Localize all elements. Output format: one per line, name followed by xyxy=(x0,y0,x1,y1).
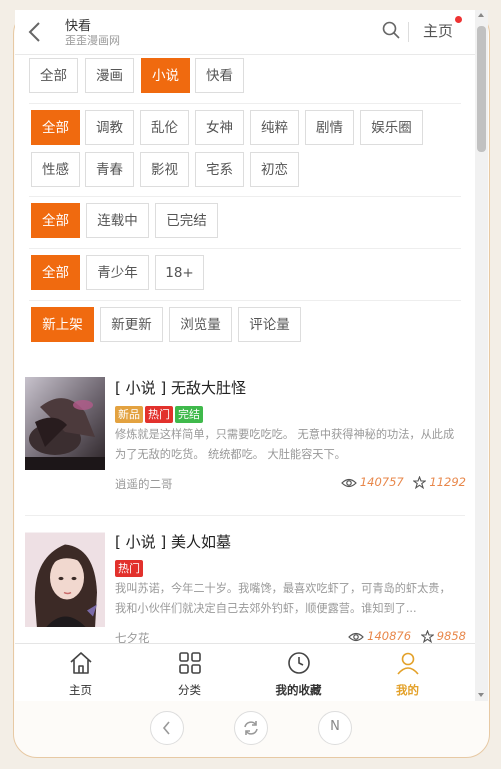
chip-genre[interactable]: 剧情 xyxy=(305,110,354,145)
search-icon[interactable] xyxy=(381,20,401,40)
view-count: 140757 xyxy=(359,475,404,489)
chip-sort-updated[interactable]: 新更新 xyxy=(100,307,163,342)
item-title[interactable]: [ 小说 ] 美人如墓 xyxy=(115,531,231,552)
tab-label: 分类 xyxy=(178,683,201,697)
tab-label: 我的 xyxy=(396,683,419,697)
header-bar: 快看 歪歪漫画网 主页 xyxy=(15,10,488,55)
chip-genre[interactable]: 初恋 xyxy=(250,152,299,187)
chip-genre-all[interactable]: 全部 xyxy=(31,110,80,145)
tab-mine[interactable]: 我的 xyxy=(350,644,465,701)
item-stats: 140757 11292 xyxy=(340,475,466,490)
site-subtitle: 歪歪漫画网 xyxy=(65,34,120,47)
home-button[interactable]: 主页 xyxy=(423,20,453,41)
tag-badge: 完结 xyxy=(175,406,203,423)
chip-genre[interactable]: 性感 xyxy=(31,152,80,187)
chip-age-adult[interactable]: 18+ xyxy=(155,255,204,290)
eye-icon xyxy=(348,632,365,642)
row-divider xyxy=(29,196,461,197)
tab-label: 我的收藏 xyxy=(275,683,322,697)
row-divider xyxy=(29,248,461,249)
tag-group: 新品 热门 完结 xyxy=(115,403,205,423)
chip-status-finished[interactable]: 已完结 xyxy=(155,203,218,238)
chip-genre[interactable]: 宅系 xyxy=(195,152,244,187)
star-icon xyxy=(412,475,428,490)
bottom-tab-bar: 主页 分类 我的收藏 我的 xyxy=(15,643,475,701)
eye-icon xyxy=(340,478,357,488)
tab-category[interactable]: 分类 xyxy=(132,644,247,701)
item-description: 修炼就是这样简单，只需要吃吃吃。 无意中获得神秘的功法，从此成为了无敌的吃货。 … xyxy=(115,428,455,461)
refresh-button[interactable] xyxy=(234,711,268,745)
chip-status-serial[interactable]: 连载中 xyxy=(86,203,149,238)
n-button[interactable]: N xyxy=(318,711,352,745)
scroll-up-arrow-icon[interactable] xyxy=(478,13,484,17)
scroll-down-arrow-icon[interactable] xyxy=(478,693,484,697)
grid-icon xyxy=(179,652,201,674)
n-button-label: N xyxy=(330,719,340,734)
home-icon xyxy=(70,652,92,674)
chip-category-novel[interactable]: 小说 xyxy=(141,58,190,93)
browser-back-button[interactable] xyxy=(150,711,184,745)
tag-badge: 热门 xyxy=(115,560,143,577)
favorite-count: 9858 xyxy=(436,629,466,643)
clock-icon xyxy=(288,652,310,674)
tag-group: 热门 xyxy=(115,557,145,577)
chip-genre[interactable]: 纯粹 xyxy=(250,110,299,145)
refresh-icon xyxy=(244,721,258,735)
tag-badge: 新品 xyxy=(115,406,143,423)
chip-genre[interactable]: 娱乐圈 xyxy=(360,110,423,145)
chip-genre[interactable]: 青春 xyxy=(85,152,134,187)
chip-category-all[interactable]: 全部 xyxy=(29,58,78,93)
chip-category-comic[interactable]: 漫画 xyxy=(85,58,134,93)
notification-dot xyxy=(455,16,462,23)
chip-genre[interactable]: 乱伦 xyxy=(140,110,189,145)
tab-favorites[interactable]: 我的收藏 xyxy=(241,644,356,701)
book-cover-image[interactable] xyxy=(25,377,105,470)
chip-sort-views[interactable]: 浏览量 xyxy=(169,307,232,342)
chip-genre[interactable]: 女神 xyxy=(195,110,244,145)
view-count: 140876 xyxy=(367,629,412,643)
user-icon xyxy=(397,652,419,675)
app-screen: 快看 歪歪漫画网 主页 全部 漫画 小说 快看 全部 调教 乱伦 女神 纯粹 剧… xyxy=(15,10,488,701)
tag-badge: 热门 xyxy=(145,406,173,423)
scrollbar-thumb[interactable] xyxy=(477,26,486,152)
star-icon xyxy=(419,629,435,644)
chip-age-teen[interactable]: 青少年 xyxy=(86,255,149,290)
header-divider xyxy=(408,22,409,42)
item-author: 逍遥的二哥 xyxy=(115,477,173,491)
book-cover-image[interactable] xyxy=(25,531,105,627)
tab-label: 主页 xyxy=(69,683,92,697)
chip-sort-new[interactable]: 新上架 xyxy=(31,307,94,342)
chip-category-kuaikan[interactable]: 快看 xyxy=(195,58,244,93)
row-divider xyxy=(29,103,461,104)
back-chevron-icon[interactable] xyxy=(25,19,45,45)
chip-genre[interactable]: 影视 xyxy=(140,152,189,187)
chip-sort-comments[interactable]: 评论量 xyxy=(238,307,301,342)
list-item[interactable]: [ 小说 ] 无敌大肚怪 新品 热门 完结 修炼就是这样简单，只需要吃吃吃。 无意中… xyxy=(25,377,470,517)
chip-status-all[interactable]: 全部 xyxy=(31,203,80,238)
item-title[interactable]: [ 小说 ] 无敌大肚怪 xyxy=(115,377,246,398)
item-stats: 140876 9858 xyxy=(348,629,466,644)
favorite-count: 11292 xyxy=(429,475,466,489)
item-description: 我叫苏诺，今年二十岁。我嘴馋，最喜欢吃虾了，可青岛的虾太贵，我和小伙伴们就决定自… xyxy=(115,582,451,615)
chevron-left-icon xyxy=(162,721,170,735)
chip-genre[interactable]: 调教 xyxy=(85,110,134,145)
row-divider xyxy=(29,300,461,301)
item-divider xyxy=(25,515,465,516)
chip-age-all[interactable]: 全部 xyxy=(31,255,80,290)
tab-home[interactable]: 主页 xyxy=(23,644,138,701)
